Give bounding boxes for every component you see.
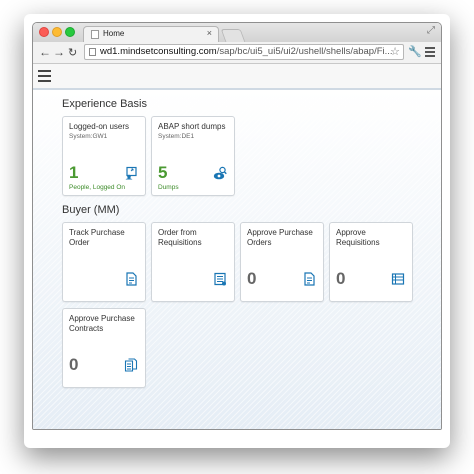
app-header bbox=[33, 64, 441, 90]
group-title-buyer-mm: Buyer (MM) bbox=[62, 204, 120, 216]
browser-menu-icon[interactable] bbox=[425, 47, 435, 59]
new-tab-button[interactable] bbox=[220, 29, 246, 42]
launchpad-content: Experience Basis Logged-on users System:… bbox=[33, 90, 441, 429]
tile-approve-purchase-contracts[interactable]: Approve Purchase Contracts 0 bbox=[62, 308, 146, 388]
forward-arrow-icon[interactable]: → bbox=[53, 45, 65, 59]
tile-order-from-requisitions[interactable]: Order from Requisitions bbox=[151, 222, 235, 302]
minimize-window-button[interactable] bbox=[52, 27, 62, 37]
group-title-experience-basis: Experience Basis bbox=[62, 98, 147, 110]
bookmark-star-icon[interactable]: ☆ bbox=[390, 45, 400, 58]
address-bar[interactable]: wd1.mindsetconsulting.com/sap/bc/ui5_ui5… bbox=[84, 44, 404, 60]
tab-home[interactable]: Home × bbox=[83, 26, 219, 42]
tile-logged-on-users[interactable]: Logged-on users System:GW1 1 People, Log… bbox=[62, 116, 146, 196]
document-list-icon bbox=[214, 272, 226, 286]
tile-kpi-number: 0 bbox=[69, 355, 79, 374]
tile-title: Track Purchase Order bbox=[69, 228, 125, 247]
tile-abap-short-dumps[interactable]: ABAP short dumps System:DE1 5 Dumps bbox=[151, 116, 235, 196]
page-icon bbox=[89, 48, 96, 56]
close-tab-icon[interactable]: × bbox=[207, 28, 212, 38]
tile-title: Approve Purchase Orders bbox=[247, 228, 313, 247]
tile-title: Logged-on users bbox=[69, 122, 130, 131]
tile-kpi-number: 0 bbox=[336, 269, 346, 288]
tab-title: Home bbox=[103, 29, 125, 38]
title-bar: Home × ⤢ bbox=[33, 23, 441, 42]
wrench-icon[interactable]: 🔧 bbox=[408, 45, 422, 58]
page-icon bbox=[91, 30, 99, 39]
back-arrow-icon[interactable]: ← bbox=[39, 45, 51, 59]
tile-approve-purchase-orders[interactable]: Approve Purchase Orders 0 bbox=[240, 222, 324, 302]
tile-title: Order from Requisitions bbox=[158, 228, 202, 247]
hamburger-menu-icon[interactable] bbox=[38, 70, 51, 85]
documents-icon bbox=[124, 358, 138, 372]
close-window-button[interactable] bbox=[39, 27, 49, 37]
tile-footer: People, Logged On bbox=[69, 184, 126, 191]
tile-footer: Dumps bbox=[158, 184, 179, 191]
document-icon bbox=[126, 272, 137, 286]
tile-kpi-number: 1 bbox=[69, 163, 79, 182]
document-icon bbox=[304, 272, 315, 286]
tile-kpi-number: 5 bbox=[158, 163, 168, 182]
tile-approve-requisitions[interactable]: Approve Requisitions 0 bbox=[329, 222, 413, 302]
tile-subtitle: System:GW1 bbox=[69, 133, 108, 140]
tile-title: Approve Purchase Contracts bbox=[69, 314, 135, 333]
browser-window: Home × ⤢ ← → ↻ wd1.mindsetconsulting.com… bbox=[32, 22, 442, 430]
reload-icon[interactable]: ↻ bbox=[68, 46, 77, 60]
tile-kpi-number: 0 bbox=[247, 269, 257, 288]
dump-search-icon bbox=[213, 166, 227, 180]
tile-track-purchase-order[interactable]: Track Purchase Order bbox=[62, 222, 146, 302]
maximize-window-button[interactable] bbox=[65, 27, 75, 37]
list-icon bbox=[391, 273, 405, 285]
users-monitor-icon bbox=[125, 166, 137, 180]
url-text: wd1.mindsetconsulting.com/sap/bc/ui5_ui5… bbox=[100, 46, 393, 57]
tile-title: Approve Requisitions bbox=[336, 228, 380, 247]
tile-subtitle: System:DE1 bbox=[158, 133, 195, 140]
tile-title: ABAP short dumps bbox=[158, 122, 226, 131]
browser-toolbar: ← → ↻ wd1.mindsetconsulting.com/sap/bc/u… bbox=[33, 42, 441, 64]
fullscreen-icon[interactable]: ⤢ bbox=[427, 25, 435, 36]
